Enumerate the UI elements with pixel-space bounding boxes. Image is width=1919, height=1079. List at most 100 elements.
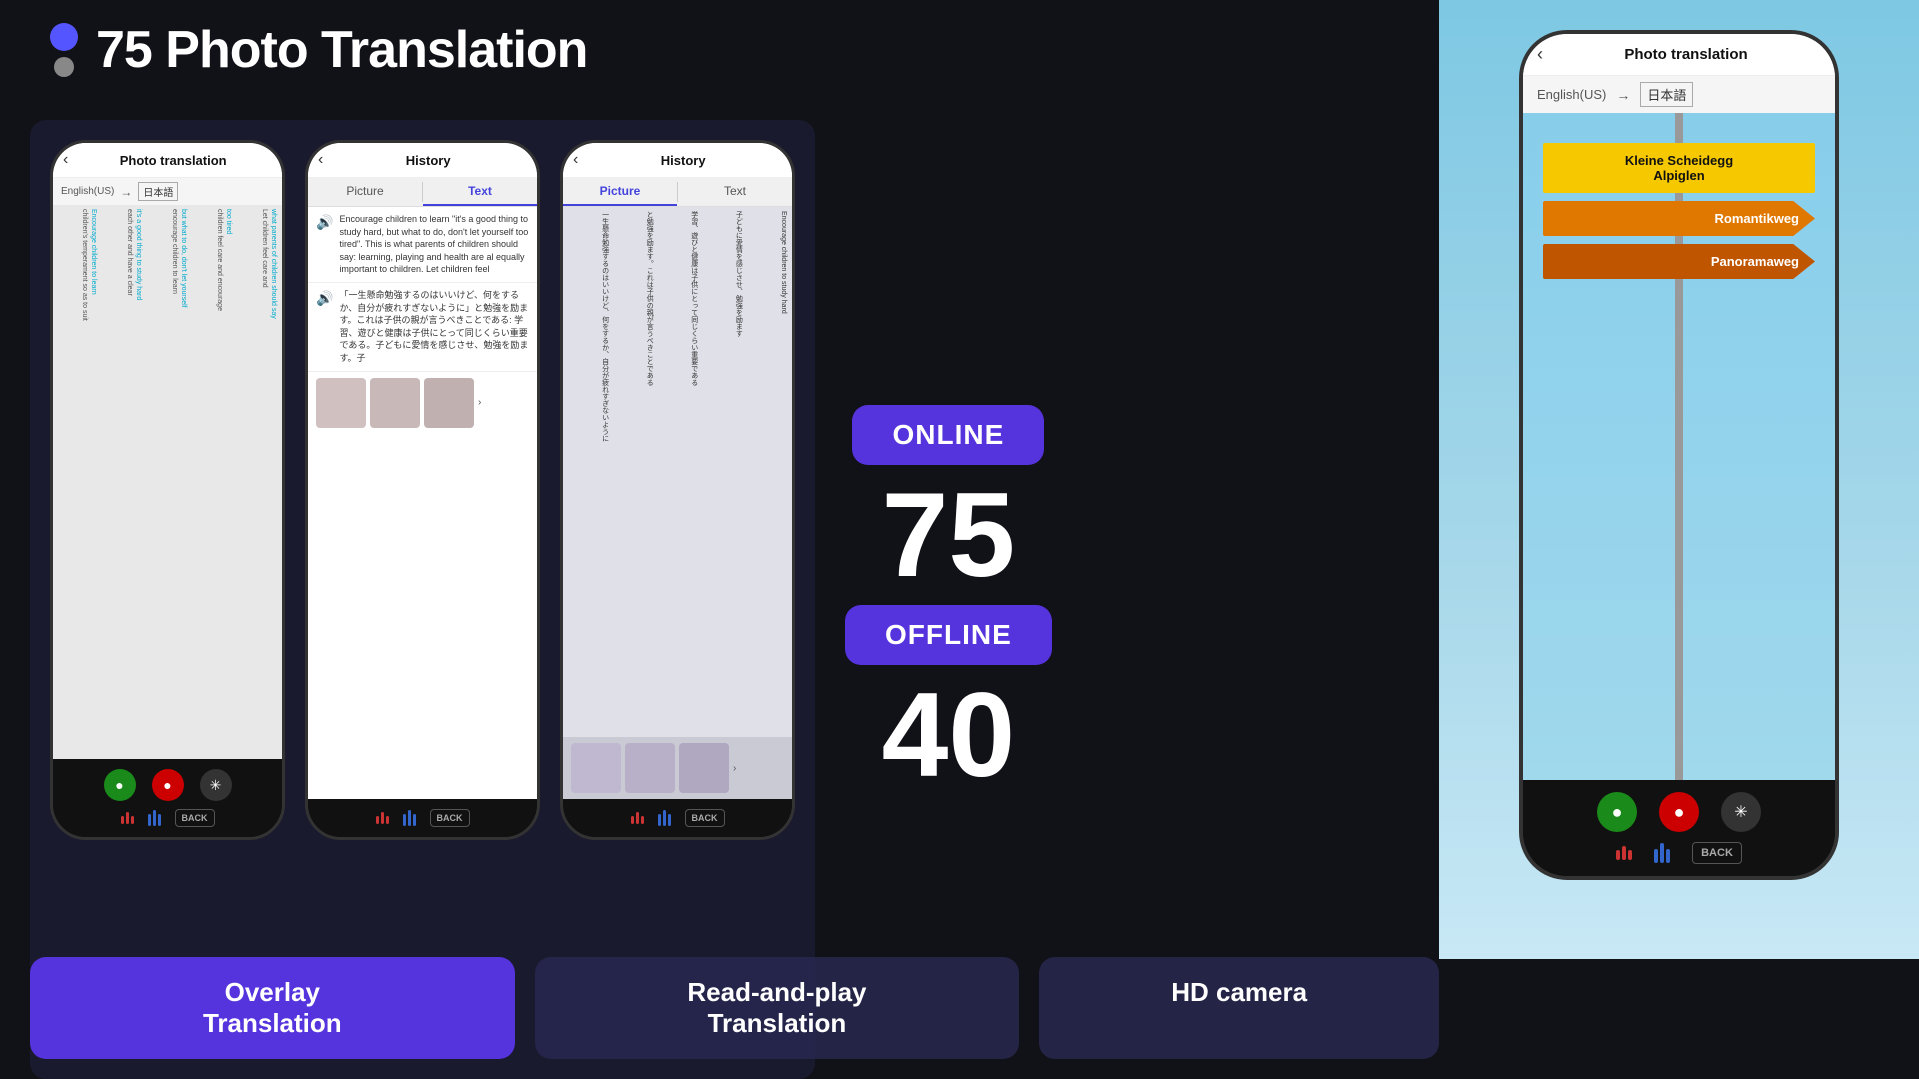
- phone-3-tab-picture[interactable]: Picture: [563, 178, 677, 206]
- thumb-3[interactable]: [424, 378, 474, 428]
- bar-s-1: [121, 816, 124, 824]
- phone-1-title: Photo translation: [74, 153, 272, 168]
- phone-1-top-bar: ‹ Photo translation: [53, 143, 282, 178]
- bars-large-1: [1616, 846, 1632, 860]
- phone-3-screen: ‹ History Picture Text 一生懸命勉強するのはいいけど、何を…: [563, 143, 792, 799]
- large-lang-arrow: →: [1616, 87, 1630, 103]
- phone-2-back-button[interactable]: BACK: [430, 809, 470, 827]
- large-btn-snowflake[interactable]: ✳: [1721, 792, 1761, 832]
- phone-3-tab-bar: Picture Text: [563, 178, 792, 207]
- bars-2: [148, 810, 161, 826]
- phone-2-nav-bars-1[interactable]: [376, 812, 389, 824]
- phone-1-nav-bars-2[interactable]: [148, 810, 161, 826]
- phone-3-tab-text[interactable]: Text: [678, 178, 792, 206]
- phone-1-btn-green[interactable]: ●: [104, 769, 136, 801]
- bar-p3-m1: [636, 812, 639, 824]
- phone-2-audio-en: 🔊 Encourage children to learn "it's a go…: [308, 207, 537, 283]
- online-badge: ONLINE: [852, 405, 1044, 465]
- phone-1-btn-red[interactable]: ●: [152, 769, 184, 801]
- phone-2-tab-picture[interactable]: Picture: [308, 178, 422, 206]
- thumb-3-arrow[interactable]: ›: [733, 763, 736, 774]
- thumb-3-1[interactable]: [571, 743, 621, 793]
- online-number: 75: [882, 475, 1015, 595]
- phone-2-back-icon[interactable]: ‹: [318, 151, 323, 169]
- green-circle-icon: ●: [115, 777, 123, 793]
- phone-2-bottom: BACK: [308, 799, 537, 837]
- bars-p2-1: [376, 812, 389, 824]
- large-back-button[interactable]: BACK: [1692, 842, 1742, 864]
- audio-icon-1[interactable]: 🔊: [316, 213, 333, 233]
- bar-p2-l1: [408, 810, 411, 826]
- hd-camera-label: HD camera: [1039, 957, 1439, 1059]
- phone-1-btn-snowflake[interactable]: ✳: [200, 769, 232, 801]
- phone-1-lang-to[interactable]: 日本語: [138, 182, 178, 201]
- phone-1-back-icon[interactable]: ‹: [63, 151, 68, 169]
- large-green-icon: ●: [1612, 802, 1623, 823]
- phone-2-tab-text[interactable]: Text: [423, 178, 537, 206]
- phone-3-back-icon[interactable]: ‹: [573, 151, 578, 169]
- app-title: 75 Photo Translation: [96, 20, 587, 80]
- phone-3-title: History: [584, 153, 782, 168]
- phone-1-camera-controls: ● ● ✳: [104, 769, 232, 801]
- phone-2-thumbnails: ›: [308, 372, 537, 434]
- bars-p3-1: [631, 812, 644, 824]
- rotated-text-overlay: Encourage children to learn children's t…: [53, 205, 282, 759]
- bar-lg-m2: [1654, 849, 1658, 863]
- phone-2: ‹ History Picture Text 🔊 Encourage child…: [305, 140, 540, 840]
- offline-badge: OFFLINE: [845, 605, 1052, 665]
- phone-3-nav-bars-1[interactable]: [631, 812, 644, 824]
- thumb-1[interactable]: [316, 378, 366, 428]
- right-panel-inner: ‹ Photo translation English(US) → 日本語: [1439, 0, 1919, 959]
- bars-p3-2: [658, 810, 671, 826]
- read-play-text: Read-and-playTranslation: [687, 977, 866, 1038]
- large-nav-bars-1[interactable]: [1616, 846, 1632, 860]
- rotated-col-2: it's a good thing to study hard each oth…: [102, 209, 143, 755]
- thumb-3-3[interactable]: [679, 743, 729, 793]
- sign-2: Romantikweg: [1543, 201, 1815, 236]
- phone-3-nav-bars-2[interactable]: [658, 810, 671, 826]
- bar-lg-s2: [1628, 850, 1632, 860]
- phone-1: ‹ Photo translation English(US) → 日本語 En…: [50, 140, 285, 840]
- jp-col-4: 子どもに愛情を感じさせ、勉強を励ます: [701, 211, 744, 795]
- bar-m-2: [148, 814, 151, 826]
- thumb-3-2[interactable]: [625, 743, 675, 793]
- audio-icon-2[interactable]: 🔊: [316, 289, 333, 309]
- large-phone-screen: ‹ Photo translation English(US) → 日本語: [1523, 34, 1835, 780]
- large-phone-back-icon[interactable]: ‹: [1537, 44, 1543, 65]
- phone-2-nav-bars-2[interactable]: [403, 810, 416, 826]
- bar-l-1: [153, 810, 156, 826]
- bar-lg-m1: [1622, 846, 1626, 860]
- large-btn-green[interactable]: ●: [1597, 792, 1637, 832]
- phone-1-nav-bars-1[interactable]: [121, 812, 134, 824]
- phone-1-lang-from[interactable]: English(US): [61, 186, 114, 197]
- header-dots: [50, 23, 78, 77]
- snowflake-icon: ✳: [210, 777, 222, 794]
- thumb-arrow[interactable]: ›: [478, 397, 481, 408]
- rotated-col-3: but what to do, don't let yourself encou…: [147, 209, 188, 755]
- phone-2-title: History: [329, 153, 527, 168]
- jp-col-3: 学習、遊びと健康は子供にとって同じくらい重要である: [656, 211, 699, 795]
- large-btn-red[interactable]: ●: [1659, 792, 1699, 832]
- large-lang-from[interactable]: English(US): [1537, 87, 1606, 102]
- bars-1: [121, 812, 134, 824]
- large-phone-top-bar: ‹ Photo translation: [1523, 34, 1835, 76]
- jp-col-2: と勉強を励ます。これは子供の親が言うべきことである: [612, 211, 655, 795]
- large-nav-bars-2[interactable]: [1654, 843, 1670, 863]
- phone-1-lang-bar: English(US) → 日本語: [53, 178, 282, 205]
- bar-p3-m2: [658, 814, 661, 826]
- large-phone-bottom: ● ● ✳: [1523, 780, 1835, 876]
- phone-2-audio-jp: 🔊 「一生懸命勉強するのはいいけど、何をするか、自分が疲れすぎないように」と勉強…: [308, 283, 537, 372]
- bottom-labels: OverlayTranslation Read-and-playTranslat…: [30, 957, 1439, 1079]
- rotated-col-5: what parents of children should say Let …: [237, 209, 278, 755]
- bar-p2-m3: [413, 814, 416, 826]
- bars-large-2: [1654, 843, 1670, 863]
- large-lang-to[interactable]: 日本語: [1640, 82, 1693, 107]
- phone-3-back-button[interactable]: BACK: [685, 809, 725, 827]
- bar-m-3: [158, 814, 161, 826]
- large-phone: ‹ Photo translation English(US) → 日本語: [1519, 30, 1839, 880]
- phone-1-back-button[interactable]: BACK: [175, 809, 215, 827]
- thumb-2[interactable]: [370, 378, 420, 428]
- read-play-label: Read-and-playTranslation: [535, 957, 1020, 1059]
- phone-2-content: 🔊 Encourage children to learn "it's a go…: [308, 207, 537, 799]
- bar-p2-s2: [386, 816, 389, 824]
